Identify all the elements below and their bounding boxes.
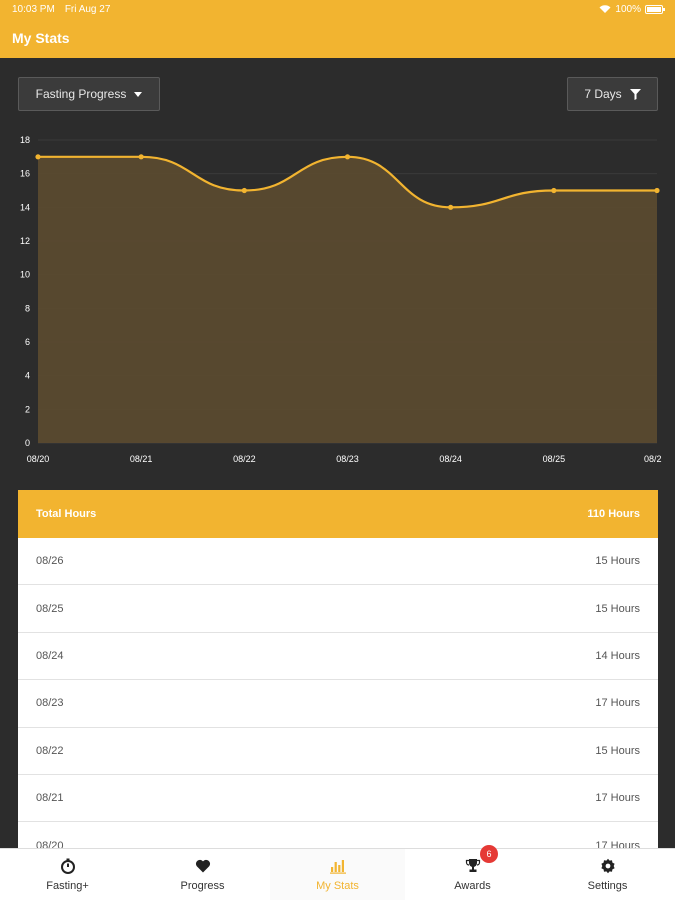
- y-tick-label: 10: [20, 270, 30, 280]
- x-tick-label: 08/22: [233, 454, 256, 464]
- metric-dropdown-label: Fasting Progress: [35, 87, 127, 101]
- row-date: 08/22: [36, 744, 64, 757]
- data-point: [551, 187, 557, 194]
- row-hours: 17 Hours: [595, 697, 640, 710]
- y-tick-label: 18: [20, 135, 30, 145]
- range-filter-button[interactable]: 7 Days: [567, 77, 658, 111]
- app-bar: My Stats: [0, 18, 675, 58]
- trophy-icon: [465, 858, 480, 872]
- data-point: [344, 154, 351, 160]
- fasting-chart: 0 2 4 6 8 10 12 14 16 18 08/20 08/21 08/22 08/23 08/24…: [0, 128, 675, 473]
- x-tick-label: 08/23: [336, 454, 359, 464]
- y-tick-label: 14: [20, 202, 30, 212]
- summary-card: Total Hours 110 Hours 08/26 15 Hours 08/…: [18, 490, 658, 850]
- table-row: 08/20 17 Hours: [18, 822, 658, 850]
- table-row: 08/21 17 Hours: [18, 775, 658, 823]
- data-point: [241, 187, 247, 194]
- row-hours: 15 Hours: [595, 602, 640, 615]
- fasting-chart-svg: 0 2 4 6 8 10 12 14 16 18 08/20 08/21 08/22 08/23 08/24…: [20, 135, 662, 464]
- data-point: [35, 154, 41, 160]
- status-time: 10:03 PM: [12, 3, 55, 15]
- status-bar: 10:03 PM Fri Aug 27 100%: [0, 0, 675, 18]
- row-date: 08/24: [36, 649, 64, 662]
- row-date: 08/21: [36, 792, 64, 805]
- x-tick-label: 08/24: [439, 454, 462, 464]
- row-hours: 17 Hours: [595, 792, 640, 805]
- stopwatch-icon: [60, 858, 75, 874]
- tab-label: Awards: [454, 879, 491, 892]
- range-filter-label: 7 Days: [584, 87, 622, 101]
- awards-badge: 6: [480, 845, 498, 863]
- table-row: 08/25 15 Hours: [18, 585, 658, 633]
- tab-label: Fasting+: [46, 879, 89, 892]
- x-tick-label: 08/20: [27, 454, 50, 464]
- row-hours: 15 Hours: [595, 555, 640, 568]
- battery-icon: [645, 4, 665, 14]
- tab-fasting-plus[interactable]: Fasting+: [0, 849, 135, 900]
- tab-my-stats[interactable]: My Stats: [270, 849, 405, 900]
- y-tick-label: 2: [25, 404, 30, 414]
- x-tick-label: 08/25: [543, 454, 566, 464]
- x-tick-label: 08/2: [644, 454, 662, 464]
- heart-icon: [195, 859, 210, 872]
- y-tick-label: 8: [25, 303, 30, 313]
- row-date: 08/26: [36, 555, 64, 568]
- series-area: [38, 156, 657, 444]
- tab-settings[interactable]: Settings: [540, 849, 675, 900]
- row-date: 08/25: [36, 602, 64, 615]
- y-tick-label: 0: [25, 438, 30, 448]
- summary-header: Total Hours 110 Hours: [18, 490, 658, 538]
- gear-icon: [600, 858, 615, 873]
- row-hours: 14 Hours: [595, 649, 640, 662]
- tab-label: Progress: [180, 879, 225, 892]
- status-date: Fri Aug 27: [64, 3, 111, 15]
- table-row: 08/24 14 Hours: [18, 633, 658, 681]
- tab-progress[interactable]: Progress: [135, 849, 270, 900]
- total-hours-label: Total Hours: [36, 508, 97, 520]
- y-tick-label: 12: [20, 236, 30, 246]
- caret-down-icon: [134, 91, 143, 97]
- battery-percent: 100%: [615, 3, 641, 15]
- row-hours: 15 Hours: [595, 744, 640, 757]
- y-tick-label: 16: [20, 169, 30, 179]
- data-point: [138, 154, 144, 160]
- filter-icon: [629, 88, 641, 100]
- tab-label: Settings: [587, 879, 628, 892]
- y-tick-label: 6: [25, 337, 30, 347]
- metric-dropdown[interactable]: Fasting Progress: [18, 77, 160, 111]
- tab-label: My Stats: [316, 879, 359, 892]
- battery-level: [647, 6, 661, 12]
- data-point: [448, 204, 454, 210]
- x-tick-label: 08/21: [130, 454, 153, 464]
- table-row: 08/22 15 Hours: [18, 728, 658, 775]
- tab-awards[interactable]: 6 Awards: [405, 845, 540, 900]
- y-tick-label: 4: [25, 371, 30, 381]
- table-row: 08/23 17 Hours: [18, 680, 658, 728]
- total-hours-value: 110 Hours: [587, 508, 640, 520]
- row-date: 08/23: [36, 697, 64, 710]
- bottom-tab-bar: Fasting+ Progress My Stats 6 Awards Sett…: [0, 845, 675, 900]
- page-title: My Stats: [12, 30, 70, 46]
- data-point: [654, 187, 660, 194]
- wifi-icon: [599, 5, 611, 13]
- table-row: 08/26 15 Hours: [18, 538, 658, 586]
- bar-chart-icon: [329, 859, 346, 874]
